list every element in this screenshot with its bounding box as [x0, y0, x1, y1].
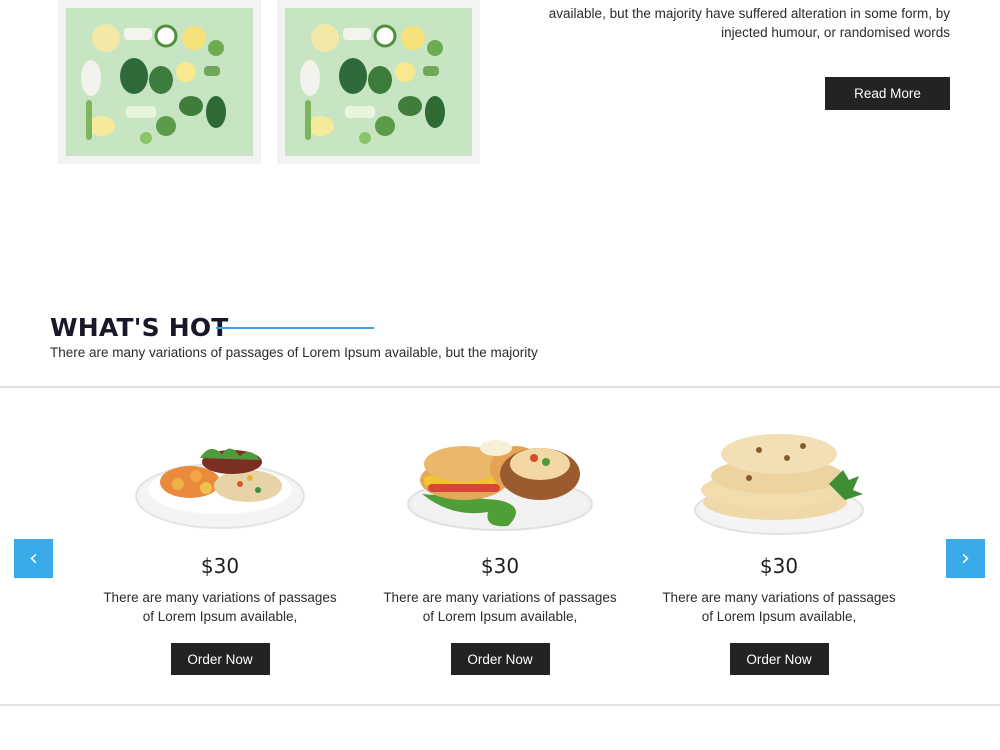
carousel-next-button[interactable]: › [946, 539, 985, 578]
chevron-right-icon: › [961, 546, 970, 571]
product-description: There are many variations of passages of… [662, 590, 896, 624]
whats-hot-title: WHAT'S HOT [50, 313, 229, 342]
whats-hot-subtitle: There are many variations of passages of… [50, 345, 538, 360]
product-card: $30 There are many variations of passage… [649, 414, 909, 675]
product-price: $30 [200, 554, 240, 578]
vegetable-image-frame-1 [58, 0, 261, 164]
product-card: $30 There are many variations of passage… [370, 414, 630, 675]
title-accent-line [216, 327, 374, 329]
food-plate-image-1 [135, 448, 305, 529]
carousel-prev-button[interactable]: ‹ [14, 539, 53, 578]
read-more-button[interactable]: Read More [825, 77, 950, 110]
product-price: $30 [480, 554, 520, 578]
vegetable-flatlay-image-1 [66, 8, 253, 156]
product-price: $30 [759, 554, 799, 578]
vegetable-image-frame-2 [277, 0, 480, 164]
order-now-button[interactable]: Order Now [450, 643, 550, 675]
order-now-button[interactable]: Order Now [729, 643, 829, 675]
order-now-button[interactable]: Order Now [170, 643, 270, 675]
product-card: $30 There are many variations of passage… [90, 414, 350, 675]
product-description: There are many variations of passages of… [103, 590, 337, 624]
food-plate-image-2 [407, 440, 593, 531]
chevron-left-icon: ‹ [29, 546, 38, 571]
vegetable-flatlay-image-2 [285, 8, 472, 156]
product-description: There are many variations of passages of… [383, 590, 617, 624]
food-plate-image-3 [694, 434, 864, 535]
about-paragraph: available, but the majority have suffere… [548, 6, 950, 40]
about-gallery [58, 0, 480, 164]
